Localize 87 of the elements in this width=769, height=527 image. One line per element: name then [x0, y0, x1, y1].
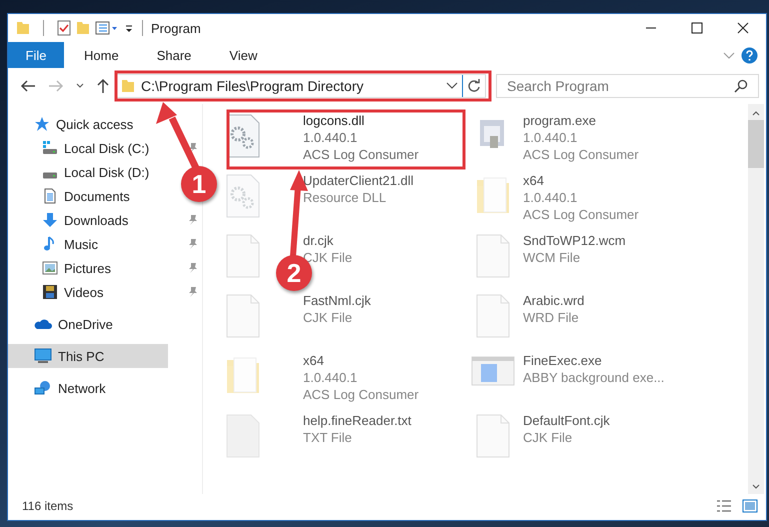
network-globe-icon [34, 380, 52, 396]
search-field[interactable]: Search Program [496, 74, 759, 98]
monitor-icon [34, 348, 52, 364]
search-icon [734, 79, 748, 93]
file-name[interactable]: FineExec.exe [523, 352, 664, 369]
sidebar-item[interactable]: Local Disk (D:) [8, 160, 168, 184]
file-detail: ACS Log Consumer [523, 146, 639, 163]
file-detail: 1.0.440.1 [303, 369, 358, 386]
blank-file-icon [226, 234, 260, 278]
sidebar-item[interactable]: OneDrive [8, 312, 168, 336]
checklist-icon[interactable] [57, 20, 71, 36]
sidebar-item[interactable]: Music [8, 232, 168, 256]
ribbon-tab[interactable]: View [211, 42, 276, 68]
scroll-thumb[interactable] [748, 120, 764, 168]
document-icon [42, 188, 58, 204]
file-detail: TXT File [303, 429, 353, 446]
file-detail: WCM File [523, 249, 582, 266]
blank-file-icon [476, 414, 510, 458]
file-detail: Resource DLL [303, 189, 388, 206]
drive-icon [42, 172, 58, 178]
refresh-icon[interactable] [467, 79, 481, 93]
sidebar-item[interactable]: Pictures [8, 256, 168, 280]
file-detail: ACS Log Consumer [303, 386, 419, 403]
file-name[interactable]: Arabic.wrd [523, 292, 584, 309]
help-icon[interactable] [741, 46, 758, 64]
file-detail: ACS Log Consumer [303, 146, 419, 163]
application-window-icon [471, 354, 515, 388]
sidebar-item[interactable]: Quick access [8, 112, 168, 136]
details-view-icon[interactable] [716, 499, 732, 513]
pin-icon[interactable] [188, 142, 198, 154]
drive-icon [42, 141, 58, 155]
scrollbar[interactable] [748, 104, 764, 494]
file-name[interactable]: UpdaterClient21.dll [303, 172, 414, 189]
gear-file-icon [226, 174, 260, 218]
file-detail: 1.0.440.1 [523, 189, 578, 206]
file-detail: ACS Log Consumer [523, 206, 639, 223]
scroll-up-icon[interactable] [752, 110, 760, 116]
file-detail: 1.0.440.1 [303, 129, 358, 146]
blank-file-icon [476, 234, 510, 278]
window-title: Program [151, 20, 202, 36]
ribbon-tab[interactable]: Share [138, 42, 210, 68]
star-icon [34, 116, 50, 132]
sidebar-item[interactable]: Documents [8, 184, 168, 208]
blank-file-icon [476, 294, 510, 338]
picture-icon [42, 260, 58, 276]
properties-icon[interactable] [95, 20, 119, 36]
blank-file-icon [226, 294, 260, 338]
file-detail: CJK File [303, 309, 354, 326]
annotation-arrow [156, 102, 200, 170]
file-name[interactable]: help.fineReader.txt [303, 412, 412, 429]
text-file-icon [226, 414, 260, 458]
folder-icon [121, 78, 135, 94]
sidebar-item[interactable]: Downloads [8, 208, 168, 232]
ribbon-tab[interactable]: File [8, 42, 64, 68]
address-bar[interactable]: C:\Program Files\Program Directory [116, 74, 486, 98]
film-strip-icon [42, 284, 58, 300]
large-icons-view-icon[interactable] [742, 499, 758, 513]
file-detail: CJK File [523, 429, 574, 446]
back-arrow-icon[interactable] [20, 79, 36, 93]
file-detail: 1.0.440.1 [523, 129, 578, 146]
scroll-down-icon[interactable] [752, 484, 760, 490]
sidebar-item[interactable]: Local Disk (C:) [8, 136, 168, 160]
sidebar-item[interactable]: Videos [8, 280, 168, 304]
pin-icon[interactable] [188, 262, 198, 274]
file-name[interactable]: program.exe [523, 112, 639, 129]
file-detail: ABBY background exe... [523, 369, 664, 386]
file-name[interactable]: x64 [303, 352, 419, 369]
file-name[interactable]: SndToWP12.wcm [523, 232, 626, 249]
maximize-icon[interactable] [691, 22, 703, 34]
item-count: 116 items [22, 499, 74, 513]
sidebar-item[interactable]: Network [8, 376, 168, 400]
file-name[interactable]: dr.cjk [303, 232, 352, 249]
file-name[interactable]: DefaultFont.cjk [523, 412, 610, 429]
file-name[interactable]: x64 [523, 172, 639, 189]
sidebar-item[interactable]: This PC [8, 344, 168, 368]
pin-icon[interactable] [188, 238, 198, 250]
pin-icon[interactable] [188, 214, 198, 226]
file-detail: WRD File [523, 309, 580, 326]
ribbon-tab[interactable]: Home [66, 42, 137, 68]
download-arrow-icon [42, 212, 58, 228]
close-icon[interactable] [737, 22, 749, 34]
pin-icon[interactable] [188, 286, 198, 298]
chevron-down-icon[interactable] [446, 82, 458, 90]
chevron-down-icon[interactable] [76, 83, 84, 89]
up-arrow-icon[interactable] [96, 78, 110, 94]
file-name[interactable]: FastNml.cjk [303, 292, 371, 309]
file-name[interactable]: logcons.dll [303, 112, 419, 129]
